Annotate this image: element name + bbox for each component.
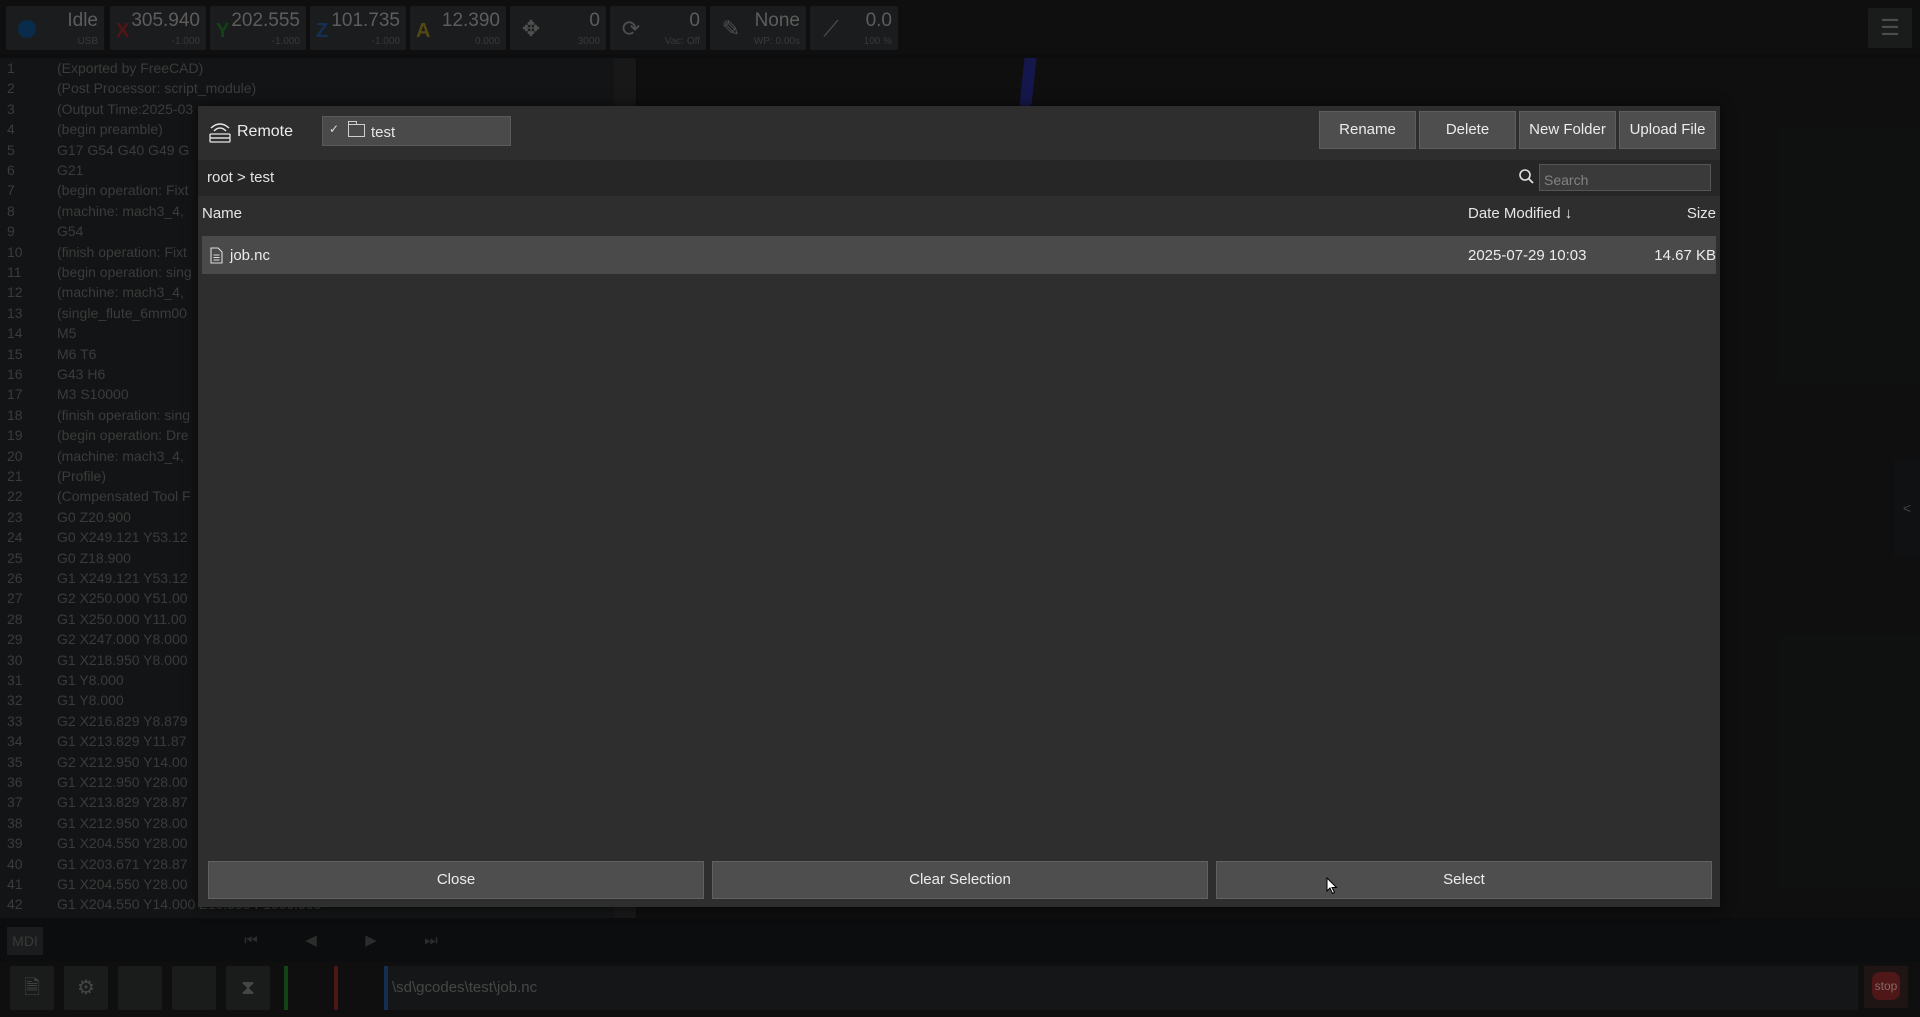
folder-dropdown[interactable]: ✓ test <box>322 116 511 146</box>
new-folder-button[interactable]: New Folder <box>1519 111 1616 149</box>
close-button[interactable]: Close <box>208 861 704 899</box>
file-date: 2025-07-29 10:03 <box>1468 247 1587 264</box>
file-browser-dialog: Remote ✓ test Rename Delete New Folder U… <box>198 106 1720 907</box>
search-icon <box>1519 169 1534 184</box>
column-header-date[interactable]: Date Modified ↓ <box>1468 202 1572 226</box>
folder-dropdown-value: test <box>371 124 396 141</box>
breadcrumb[interactable]: root > test <box>207 169 274 186</box>
column-header-name[interactable]: Name <box>202 202 242 226</box>
search-input[interactable] <box>1539 164 1711 191</box>
dialog-header: Remote ✓ test Rename Delete New Folder U… <box>198 106 1720 156</box>
upload-file-button[interactable]: Upload File <box>1619 111 1716 149</box>
clear-selection-button[interactable]: Clear Selection <box>712 861 1208 899</box>
delete-button[interactable]: Delete <box>1419 111 1516 149</box>
file-icon <box>210 247 223 264</box>
select-button[interactable]: Select <box>1216 861 1712 899</box>
folder-icon <box>348 121 365 137</box>
file-size: 14.67 KB <box>1654 247 1716 264</box>
rename-button[interactable]: Rename <box>1319 111 1416 149</box>
column-header-size[interactable]: Size <box>1687 202 1716 226</box>
file-name: job.nc <box>230 247 271 264</box>
mouse-cursor-icon <box>1326 877 1338 895</box>
path-bar: root > test <box>198 160 1720 196</box>
source-label: Remote <box>237 123 294 140</box>
chevron-down-icon: ✓ <box>329 122 340 136</box>
remote-storage-icon <box>209 123 231 143</box>
file-row[interactable]: job.nc 2025-07-29 10:03 14.67 KB <box>202 236 1716 274</box>
